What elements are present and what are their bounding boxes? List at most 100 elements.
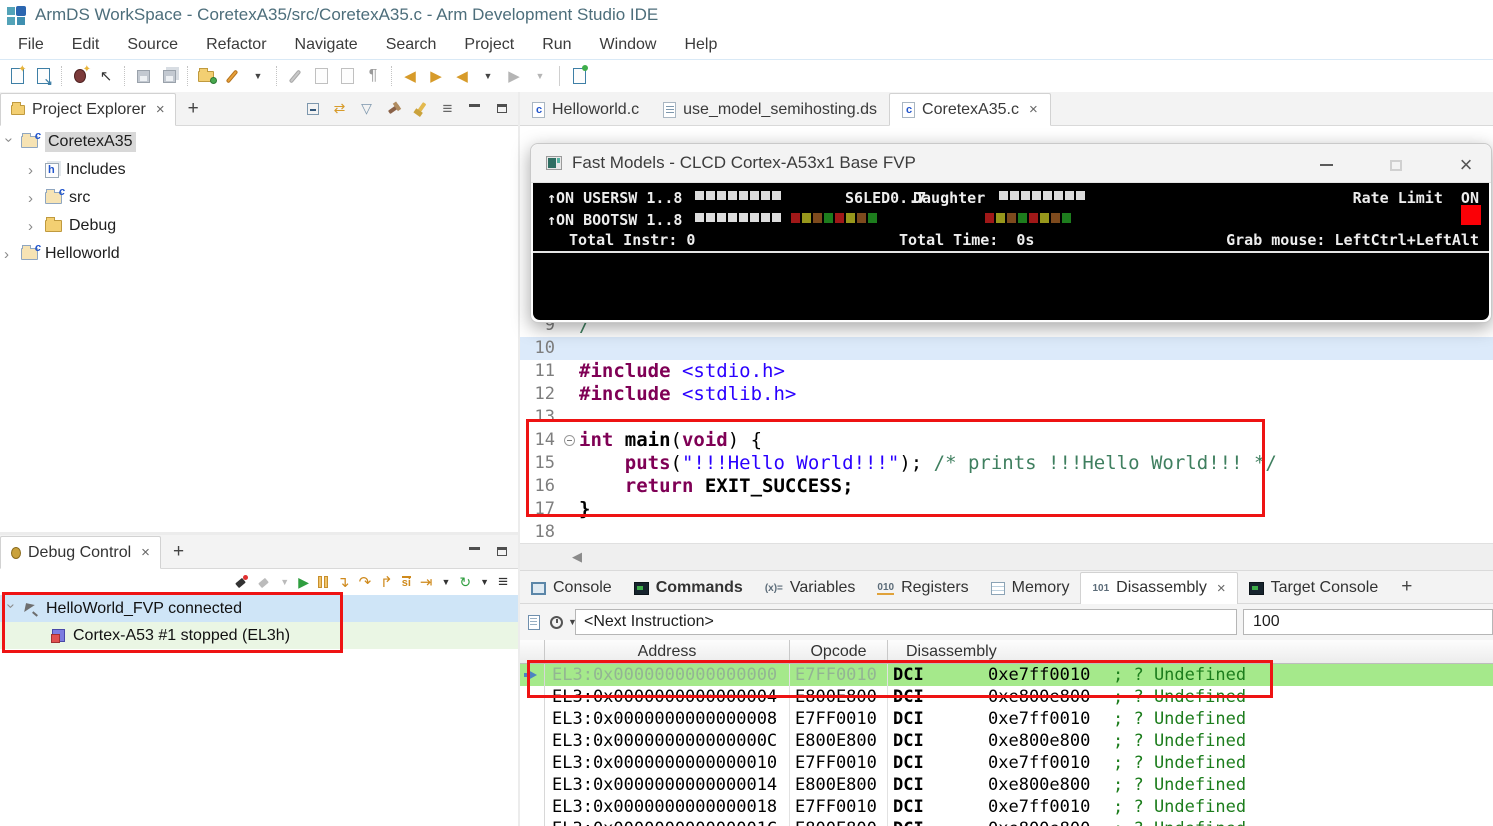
menu-run[interactable]: Run bbox=[528, 30, 585, 59]
new-view-button[interactable]: + bbox=[161, 541, 196, 563]
fold-collapse-icon[interactable] bbox=[564, 435, 575, 446]
disassembly-row[interactable]: EL3:0x0000000000000018 E7FF0010 DCI0xe7f… bbox=[520, 796, 1493, 818]
disassembly-row-current[interactable]: EL3:0x0000000000000000 E7FF0010 DCI0xe7f… bbox=[520, 664, 1493, 686]
menu-file[interactable]: File bbox=[4, 30, 58, 59]
save-button[interactable] bbox=[131, 64, 155, 88]
step-instruction-icon[interactable]: si bbox=[402, 576, 411, 589]
chevron-right-icon[interactable]: › bbox=[28, 218, 38, 235]
tab-target-console[interactable]: Target Console bbox=[1238, 572, 1390, 605]
highlighter-dropdown[interactable]: ▼ bbox=[246, 64, 270, 88]
new-view-button[interactable]: + bbox=[1389, 576, 1424, 598]
pen-button[interactable] bbox=[283, 64, 307, 88]
fvp-minimize-button[interactable] bbox=[1311, 154, 1341, 176]
forward-history-button[interactable]: ▶ bbox=[502, 64, 526, 88]
chevron-right-icon[interactable]: › bbox=[28, 190, 38, 207]
disconnect-target-icon[interactable] bbox=[257, 575, 271, 589]
menu-search[interactable]: Search bbox=[372, 30, 451, 59]
close-icon[interactable]: × bbox=[1217, 580, 1226, 597]
menu-help[interactable]: Help bbox=[670, 30, 731, 59]
editor-horizontal-scrollbar[interactable]: ◀ bbox=[520, 543, 1493, 570]
minimize-icon[interactable] bbox=[466, 547, 483, 556]
tree-item-includes[interactable]: › h Includes bbox=[28, 158, 126, 182]
refactor-doc-button[interactable] bbox=[309, 64, 333, 88]
tree-item-coretexa35[interactable]: › c CoretexA35 bbox=[4, 130, 136, 154]
disassembly-row[interactable]: EL3:0x0000000000000010 E7FF0010 DCI0xe7f… bbox=[520, 752, 1493, 774]
disassembly-row[interactable]: EL3:0x000000000000001C E800E800 DCI0xe80… bbox=[520, 818, 1493, 826]
forward-history-dropdown[interactable]: ▼ bbox=[528, 64, 552, 88]
close-icon[interactable]: × bbox=[156, 101, 165, 118]
debug-connection-row[interactable]: › HelloWorld_FVP connected bbox=[0, 595, 518, 622]
history-icon[interactable] bbox=[550, 616, 563, 629]
tree-item-debug[interactable]: › Debug bbox=[28, 214, 116, 238]
clean-broom-icon[interactable] bbox=[412, 102, 429, 115]
close-icon[interactable]: × bbox=[141, 544, 150, 561]
tab-coretexa35-c[interactable]: c CoretexA35.c × bbox=[889, 93, 1051, 126]
disassembly-row[interactable]: EL3:0x0000000000000014 E800E800 DCI0xe80… bbox=[520, 774, 1493, 796]
fvp-titlebar[interactable]: Fast Models - CLCD Cortex-A53x1 Base FVP bbox=[531, 144, 1491, 183]
filter-icon[interactable]: ▽ bbox=[358, 100, 375, 117]
view-menu-icon[interactable]: ≡ bbox=[498, 572, 508, 592]
collapse-all-icon[interactable] bbox=[304, 103, 321, 115]
disassembly-row[interactable]: EL3:0x0000000000000008 E7FF0010 DCI0xe7f… bbox=[520, 708, 1493, 730]
chevron-down-icon[interactable]: › bbox=[1, 137, 18, 147]
bootsw-switch-blocks[interactable] bbox=[695, 213, 781, 222]
highlighter-button[interactable] bbox=[220, 64, 244, 88]
next-edit-location-button[interactable]: ▶ bbox=[424, 64, 448, 88]
opcode-column-header[interactable]: Opcode bbox=[790, 640, 888, 663]
step-into-icon[interactable]: ↴ bbox=[337, 573, 350, 591]
tab-commands[interactable]: Commands bbox=[623, 572, 754, 605]
back-history-button[interactable]: ◀ bbox=[450, 64, 474, 88]
scroll-left-icon[interactable]: ◀ bbox=[572, 549, 582, 565]
tree-item-src[interactable]: › c src bbox=[28, 186, 90, 210]
open-new-editor-button[interactable] bbox=[567, 64, 591, 88]
last-edit-location-button[interactable]: ◀ bbox=[398, 64, 422, 88]
new-wizard-button[interactable]: ✦ bbox=[5, 64, 29, 88]
save-all-button[interactable] bbox=[157, 64, 181, 88]
step-dropdown-icon[interactable]: ▼ bbox=[442, 577, 451, 587]
menu-source[interactable]: Source bbox=[113, 30, 192, 59]
disassembly-row[interactable]: EL3:0x000000000000000C E800E800 DCI0xe80… bbox=[520, 730, 1493, 752]
menu-project[interactable]: Project bbox=[450, 30, 528, 59]
view-menu-icon[interactable]: ≡ bbox=[439, 99, 456, 119]
new-view-button[interactable]: + bbox=[176, 98, 211, 120]
show-whitespace-button[interactable]: ¶ bbox=[361, 64, 385, 88]
menu-window[interactable]: Window bbox=[586, 30, 671, 59]
fvp-maximize-button[interactable] bbox=[1381, 154, 1411, 176]
maximize-icon[interactable] bbox=[493, 547, 510, 556]
continue-icon[interactable]: ▶ bbox=[298, 574, 309, 591]
pause-icon[interactable] bbox=[318, 576, 328, 588]
connect-target-icon[interactable] bbox=[234, 575, 248, 589]
tab-debug-control[interactable]: Debug Control × bbox=[0, 536, 161, 569]
debug-core-row[interactable]: Cortex-A53 #1 stopped (EL3h) bbox=[0, 622, 518, 649]
step-over-icon[interactable]: ↷ bbox=[359, 573, 372, 591]
tree-item-helloworld[interactable]: › c Helloworld bbox=[4, 242, 120, 266]
refresh-dropdown-icon[interactable]: ▼ bbox=[480, 577, 489, 587]
build-hammer-icon[interactable] bbox=[385, 107, 402, 111]
close-icon[interactable]: × bbox=[1029, 101, 1038, 118]
address-column-header[interactable]: Address bbox=[545, 640, 790, 663]
refresh-icon[interactable]: ↻ bbox=[459, 574, 471, 591]
link-with-editor-icon[interactable]: ⇄ bbox=[331, 100, 348, 117]
back-history-dropdown[interactable]: ▼ bbox=[476, 64, 500, 88]
tab-disassembly[interactable]: 101 Disassembly × bbox=[1080, 572, 1237, 605]
tab-use-model-semihosting-ds[interactable]: use_model_semihosting.ds bbox=[651, 93, 889, 126]
instruction-count-input[interactable] bbox=[1243, 609, 1493, 635]
run-to-cursor-icon[interactable]: ⇥ bbox=[420, 573, 433, 591]
step-return-icon[interactable]: ↱ bbox=[380, 573, 393, 591]
import-button[interactable]: ↘ bbox=[31, 64, 55, 88]
connect-dropdown-icon[interactable]: ▼ bbox=[280, 577, 289, 587]
maximize-icon[interactable] bbox=[493, 104, 510, 113]
tab-registers[interactable]: 010 Registers bbox=[866, 572, 979, 605]
fvp-close-button[interactable]: × bbox=[1451, 154, 1481, 176]
menu-navigate[interactable]: Navigate bbox=[281, 30, 372, 59]
chevron-right-icon[interactable]: › bbox=[28, 162, 38, 179]
chevron-right-icon[interactable]: › bbox=[4, 246, 14, 263]
minimize-icon[interactable] bbox=[466, 104, 483, 113]
tab-variables[interactable]: (x)= Variables bbox=[754, 572, 867, 605]
disassembly-column-header[interactable]: Disassembly bbox=[888, 640, 1493, 663]
tab-helloworld-c[interactable]: c Helloworld.c bbox=[520, 93, 651, 126]
fast-models-window[interactable]: Fast Models - CLCD Cortex-A53x1 Base FVP… bbox=[530, 143, 1492, 323]
open-resource-button[interactable] bbox=[194, 64, 218, 88]
tab-console[interactable]: Console bbox=[520, 572, 623, 605]
tab-project-explorer[interactable]: Project Explorer × bbox=[0, 93, 176, 126]
